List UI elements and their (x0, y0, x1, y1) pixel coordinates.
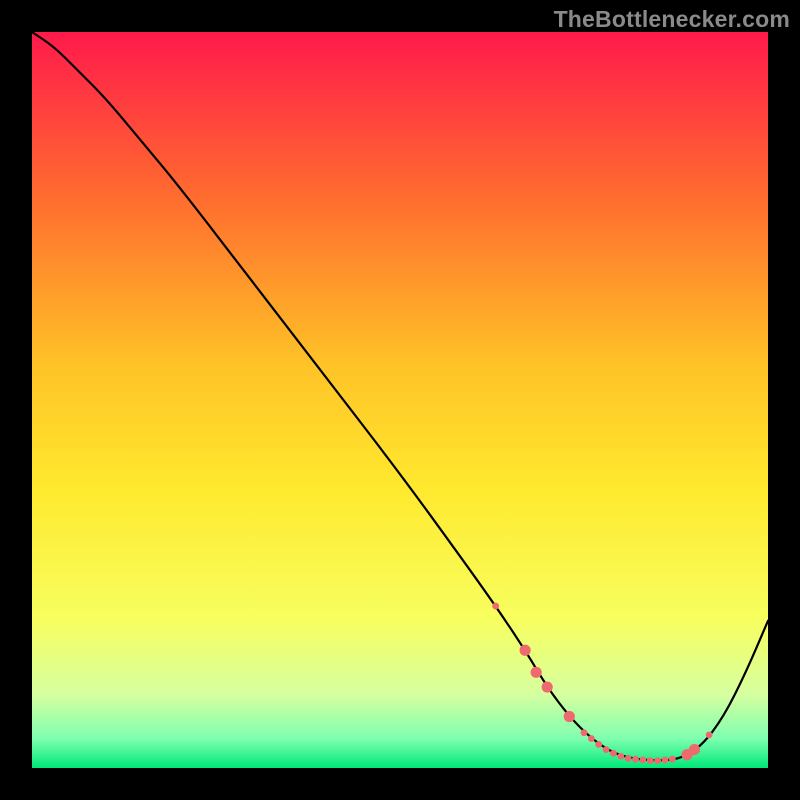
chart-marker (639, 757, 646, 764)
chart-frame: TheBottlenecker.com (0, 0, 800, 800)
chart-marker (610, 750, 617, 757)
chart-marker (531, 667, 542, 678)
chart-marker (603, 746, 610, 753)
chart-marker (542, 681, 553, 692)
chart-svg (32, 32, 768, 768)
chart-marker (588, 735, 595, 742)
chart-marker (662, 757, 669, 764)
chart-marker (595, 741, 602, 748)
chart-marker (520, 645, 531, 656)
chart-marker (492, 603, 499, 610)
watermark-text: TheBottlenecker.com (554, 6, 790, 33)
chart-marker (647, 757, 654, 764)
chart-marker (564, 711, 575, 722)
chart-marker (669, 756, 676, 763)
chart-marker (632, 756, 639, 763)
chart-marker (654, 757, 661, 764)
chart-plot-area (32, 32, 768, 768)
chart-marker (617, 753, 624, 760)
chart-marker (625, 755, 632, 762)
chart-marker (689, 744, 700, 755)
chart-marker (581, 729, 588, 736)
chart-marker (706, 731, 713, 738)
